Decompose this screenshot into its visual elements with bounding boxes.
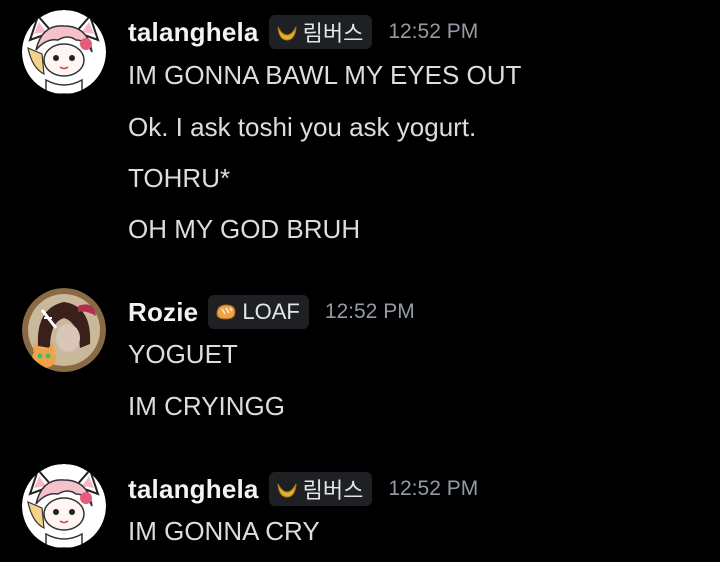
message-text: IM CRYINGG: [128, 391, 285, 421]
white-cat-girl-avatar-image: [22, 10, 106, 94]
avatar[interactable]: [22, 288, 106, 372]
message-header: talanghela 림버스 12:52 PM: [128, 469, 478, 509]
white-cat-girl-avatar-image: [22, 464, 106, 548]
username[interactable]: talanghela: [128, 474, 259, 505]
message-text: Ok. I ask toshi you ask yogurt.: [128, 112, 477, 142]
message-text: OH MY GOD BRUH: [128, 214, 361, 244]
message-header: Rozie LOAF 12:52 PM: [128, 292, 415, 332]
timestamp[interactable]: 12:52 PM: [388, 20, 478, 44]
server-tag-label: LOAF: [242, 299, 300, 324]
avatar[interactable]: [22, 10, 106, 94]
message-text: YOGUET: [128, 339, 238, 369]
message-header: talanghela 림버스 12:52 PM: [128, 12, 478, 52]
bread-loaf-icon: [214, 300, 238, 324]
gold-crescent-icon: [275, 20, 299, 44]
avatar[interactable]: [22, 464, 106, 548]
gold-crescent-icon: [275, 477, 299, 501]
server-tag-label: 림버스: [302, 21, 364, 46]
server-tag[interactable]: LOAF: [208, 295, 309, 329]
server-tag[interactable]: 림버스: [268, 472, 373, 506]
username[interactable]: Rozie: [128, 297, 198, 328]
message-text: IM GONNA CRY: [128, 516, 320, 546]
server-tag-label: 림버스: [302, 478, 364, 503]
username[interactable]: talanghela: [128, 17, 259, 48]
timestamp[interactable]: 12:52 PM: [388, 477, 478, 501]
message-text: TOHRU*: [128, 163, 231, 193]
timestamp[interactable]: 12:52 PM: [325, 300, 415, 324]
server-tag[interactable]: 림버스: [268, 15, 373, 49]
message-text: IM GONNA BAWL MY EYES OUT: [128, 60, 522, 90]
dark-hair-girl-with-cat-avatar-image: [22, 288, 106, 372]
